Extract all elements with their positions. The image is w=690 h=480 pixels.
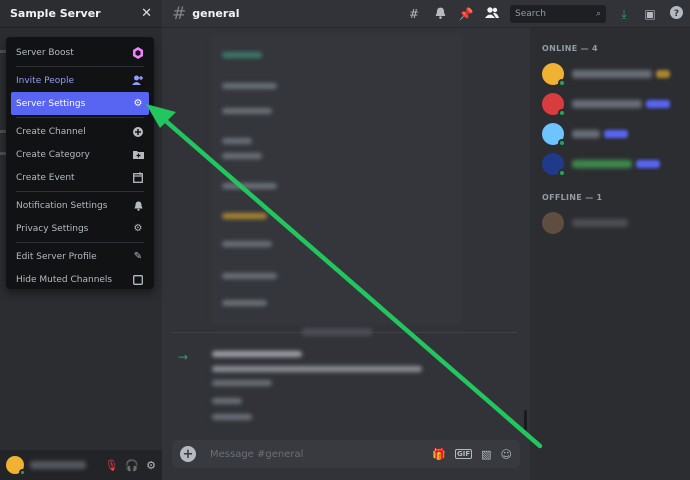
menu-item-label: Server Boost bbox=[16, 47, 74, 58]
member-name-blurred bbox=[572, 130, 600, 138]
blurred-messages bbox=[212, 34, 462, 324]
search-placeholder: Search bbox=[515, 9, 546, 19]
message-input-placeholder: Message #general bbox=[210, 448, 304, 460]
emoji-icon[interactable]: ☺ bbox=[501, 448, 512, 461]
avatar bbox=[542, 63, 566, 87]
member-name-blurred bbox=[572, 70, 652, 78]
online-status-dot bbox=[558, 169, 566, 177]
menu-separator bbox=[16, 242, 144, 243]
menu-item-notification-settings[interactable]: Notification Settings bbox=[11, 194, 149, 217]
member-tag bbox=[636, 160, 660, 168]
help-icon[interactable]: ? bbox=[668, 6, 684, 22]
join-arrow-icon: → bbox=[178, 350, 189, 364]
menu-separator bbox=[16, 191, 144, 192]
menu-separator bbox=[16, 66, 144, 67]
hash-icon: # bbox=[172, 3, 187, 24]
menu-item-hide-muted-channels[interactable]: Hide Muted Channels bbox=[11, 268, 149, 291]
gear-icon[interactable]: ⚙ bbox=[146, 459, 156, 472]
member-tag bbox=[646, 100, 670, 108]
search-input[interactable]: Search ⌕ bbox=[510, 5, 606, 23]
inbox-icon[interactable]: ▣ bbox=[642, 7, 658, 21]
server-name: Sample Server bbox=[10, 7, 101, 20]
member-tag bbox=[604, 130, 628, 138]
avatar bbox=[542, 123, 566, 147]
checkbox-icon[interactable] bbox=[132, 274, 144, 286]
menu-item-label: Server Settings bbox=[16, 98, 86, 109]
date-divider-label bbox=[302, 328, 372, 336]
member-item[interactable] bbox=[542, 89, 690, 119]
member-item[interactable] bbox=[542, 208, 690, 238]
menu-item-label: Create Category bbox=[16, 149, 90, 160]
online-status-dot bbox=[19, 469, 26, 476]
online-status-dot bbox=[558, 109, 566, 117]
pencil-icon: ✎ bbox=[133, 251, 143, 262]
menu-item-privacy-settings[interactable]: Privacy Settings ⚙ bbox=[11, 217, 149, 240]
member-item[interactable] bbox=[542, 59, 690, 89]
online-status-dot bbox=[558, 79, 566, 87]
menu-item-label: Invite People bbox=[16, 75, 75, 86]
menu-item-edit-server-profile[interactable]: Edit Server Profile ✎ bbox=[11, 245, 149, 268]
menu-item-server-settings[interactable]: Server Settings ⚙ bbox=[11, 92, 149, 115]
member-item[interactable] bbox=[542, 149, 690, 179]
plus-circle-icon bbox=[132, 126, 144, 138]
threads-icon[interactable]: # bbox=[406, 7, 422, 21]
menu-item-label: Hide Muted Channels bbox=[16, 274, 113, 285]
avatar bbox=[542, 153, 566, 177]
menu-item-label: Create Event bbox=[16, 172, 75, 183]
pin-icon[interactable]: 📌 bbox=[458, 7, 474, 21]
online-status-dot bbox=[558, 139, 566, 147]
menu-item-create-channel[interactable]: Create Channel bbox=[11, 120, 149, 143]
member-name-blurred bbox=[572, 160, 632, 168]
search-icon: ⌕ bbox=[595, 9, 601, 19]
channel-name: general bbox=[192, 7, 240, 20]
scrollbar[interactable] bbox=[524, 410, 527, 436]
menu-item-label: Edit Server Profile bbox=[16, 251, 97, 262]
menu-item-label: Notification Settings bbox=[16, 200, 108, 211]
close-icon[interactable]: ✕ bbox=[141, 6, 152, 21]
user-panel: 🎙 🎧 ⚙ bbox=[0, 450, 162, 480]
avatar bbox=[542, 212, 564, 234]
add-attachment-button[interactable]: + bbox=[180, 446, 196, 462]
username-blurred bbox=[30, 461, 86, 469]
calendar-plus-icon bbox=[132, 172, 144, 184]
avatar[interactable] bbox=[6, 456, 26, 476]
boost-icon bbox=[132, 46, 144, 59]
server-header[interactable]: Sample Server ✕ bbox=[0, 0, 162, 28]
avatar bbox=[542, 93, 566, 117]
gift-icon[interactable]: 🎁 bbox=[432, 448, 446, 461]
bell-icon[interactable] bbox=[432, 7, 448, 22]
online-heading: ONLINE — 4 bbox=[542, 44, 598, 53]
member-item[interactable] bbox=[542, 119, 690, 149]
mute-mic-icon[interactable]: 🎙 bbox=[104, 459, 118, 472]
folder-plus-icon bbox=[132, 149, 144, 161]
menu-item-label: Privacy Settings bbox=[16, 223, 89, 234]
sticker-icon[interactable]: ▧ bbox=[481, 448, 491, 461]
menu-separator bbox=[16, 117, 144, 118]
member-list: ONLINE — 4 OFFLINE — 1 bbox=[530, 28, 690, 480]
download-icon[interactable]: ⤓ bbox=[616, 7, 632, 22]
menu-item-label: Create Channel bbox=[16, 126, 86, 137]
offline-heading: OFFLINE — 1 bbox=[542, 193, 603, 202]
menu-item-invite-people[interactable]: Invite People bbox=[11, 69, 149, 92]
bell-icon bbox=[132, 200, 144, 212]
member-tag bbox=[656, 70, 670, 78]
shield-icon: ⚙ bbox=[133, 223, 143, 234]
gear-icon: ⚙ bbox=[133, 98, 143, 109]
menu-item-create-event[interactable]: Create Event bbox=[11, 166, 149, 189]
gif-icon[interactable]: GIF bbox=[454, 449, 473, 459]
add-person-icon bbox=[132, 75, 144, 87]
member-name-blurred bbox=[572, 219, 628, 227]
member-list-icon[interactable] bbox=[484, 7, 500, 21]
svg-text:?: ? bbox=[673, 9, 678, 19]
channel-header: # general # 📌 Search ⌕ ⤓ ▣ ? bbox=[162, 0, 690, 28]
member-name-blurred bbox=[572, 100, 642, 108]
headphones-icon[interactable]: 🎧 bbox=[125, 459, 139, 472]
message-input[interactable]: + Message #general 🎁 GIF ▧ ☺ bbox=[172, 440, 520, 468]
server-dropdown-menu: Server Boost Invite People Server Settin… bbox=[6, 37, 154, 289]
menu-item-server-boost[interactable]: Server Boost bbox=[11, 41, 149, 64]
menu-item-create-category[interactable]: Create Category bbox=[11, 143, 149, 166]
message-list: → bbox=[162, 28, 530, 438]
